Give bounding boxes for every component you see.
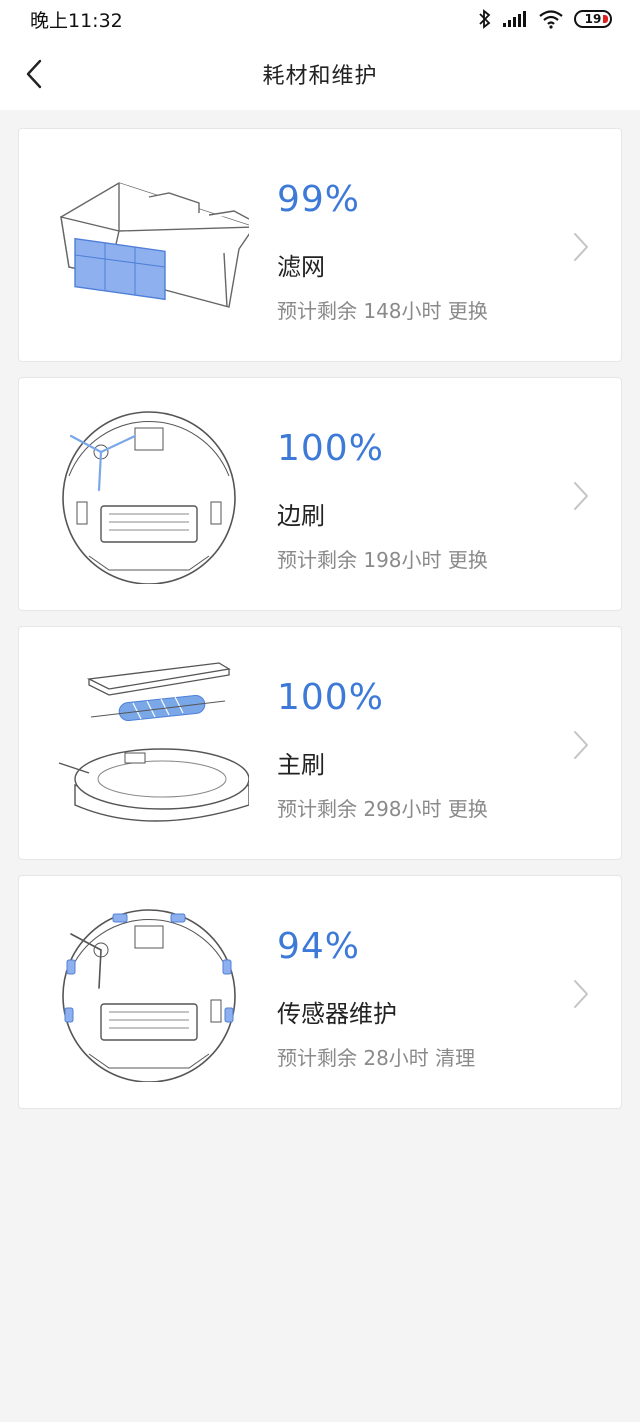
consumable-card-sensor[interactable]: 94% 传感器维护 预计剩余 28小时 清理	[18, 875, 622, 1109]
chevron-right-icon	[574, 233, 588, 261]
main-brush-illustration	[58, 662, 249, 822]
chevron-left-icon	[26, 59, 42, 89]
filter-illustration	[60, 182, 249, 308]
status-icons: 19	[478, 9, 612, 29]
chevron-right-icon	[574, 482, 588, 510]
consumable-card-side-brush[interactable]: 100% 边刷 预计剩余 198小时 更换	[18, 377, 622, 611]
card-name: 滤网	[277, 253, 325, 281]
card-percent: 100%	[277, 428, 384, 469]
status-time: 晚上11:32	[30, 9, 123, 32]
card-remaining-time: 预计剩余 298小时 更换	[277, 797, 488, 821]
page-title: 耗材和维护	[262, 64, 378, 89]
consumable-card-filter[interactable]: 99% 滤网 预计剩余 148小时 更换	[18, 128, 622, 362]
back-button[interactable]	[14, 54, 54, 94]
status-bar: 晚上11:32 19	[0, 0, 640, 38]
battery-icon: 19	[574, 10, 612, 28]
card-percent: 100%	[277, 677, 384, 718]
signal-icon	[503, 11, 526, 27]
card-name: 传感器维护	[277, 1000, 397, 1028]
chevron-right-icon	[574, 980, 588, 1008]
page-header: 耗材和维护	[0, 38, 640, 110]
consumable-card-main-brush[interactable]: 100% 主刷 预计剩余 298小时 更换	[18, 626, 622, 860]
card-name: 边刷	[277, 502, 325, 530]
card-percent: 94%	[277, 926, 361, 967]
sensor-illustration	[62, 909, 236, 1082]
card-percent: 99%	[277, 179, 361, 220]
chevron-right-icon	[574, 731, 588, 759]
card-remaining-time: 预计剩余 198小时 更换	[277, 548, 488, 572]
wifi-icon	[539, 10, 563, 29]
card-name: 主刷	[277, 751, 325, 779]
battery-level: 19	[584, 12, 602, 26]
bluetooth-icon	[479, 9, 491, 29]
card-remaining-time: 预计剩余 148小时 更换	[277, 299, 488, 323]
card-remaining-time: 预计剩余 28小时 清理	[277, 1046, 476, 1070]
side-brush-illustration	[62, 411, 236, 584]
